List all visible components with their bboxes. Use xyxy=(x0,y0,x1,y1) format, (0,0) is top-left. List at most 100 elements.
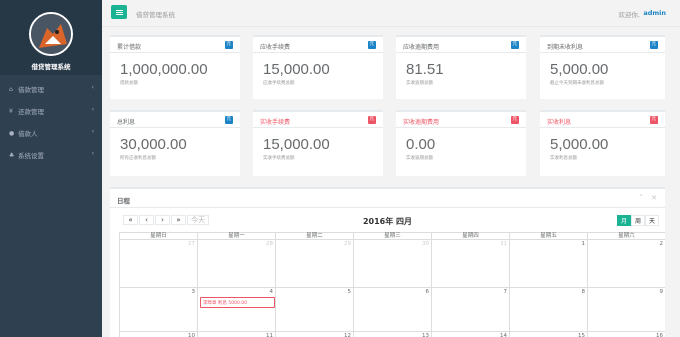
sidebar-item-label: 借款管理 xyxy=(18,86,44,94)
card-subtitle: 截止今天到期未收利息总额 xyxy=(550,81,604,86)
calendar-header: 日程 ˄ ✕ xyxy=(110,189,665,208)
yen-icon: ¥ xyxy=(9,107,13,115)
unit-badge: 元 xyxy=(649,41,658,49)
unit-badge: 元 xyxy=(510,41,519,49)
unit-badge: 元 xyxy=(224,116,233,124)
user-link[interactable]: admin xyxy=(643,9,666,17)
calendar-day[interactable]: 3 xyxy=(119,288,197,331)
profile-panel: 借贷管理系统 xyxy=(0,0,102,75)
card-value: 0.00 xyxy=(406,136,436,153)
day-view-button[interactable]: 天 xyxy=(645,215,659,226)
card-value: 81.51 xyxy=(406,61,444,78)
sidebar-item-borrowers[interactable]: ● 借款人 ‹ xyxy=(0,122,102,144)
card-value: 30,000.00 xyxy=(120,136,187,153)
stat-card-overdue-received: 实收逾期费用元 0.00 实收逾期总额 xyxy=(396,110,526,176)
unit-badge: 元 xyxy=(367,41,376,49)
calendar-day[interactable]: 15 xyxy=(509,332,587,337)
schedule-calendar: 日程 ˄ ✕ « ‹ › » 今天 2016年 四月 月 周 天 星期日 星期一… xyxy=(110,187,665,337)
month-view-button[interactable]: 月 xyxy=(617,215,631,226)
calendar-day[interactable]: 28 xyxy=(197,240,275,287)
calendar-week: 3 4 李晔章 利息 5000.00 5 6 7 8 9 xyxy=(119,288,665,332)
card-value: 1,000,000.00 xyxy=(120,61,208,78)
card-value: 15,000.00 xyxy=(263,61,330,78)
panel-tools: ˄ ✕ xyxy=(633,194,657,202)
unit-badge: 元 xyxy=(224,41,233,49)
sidebar-item-system-settings[interactable]: ♣ 系统设置 ‹ xyxy=(0,144,102,166)
card-subtitle: 借款总额 xyxy=(120,81,138,86)
weekday-header: 星期日 xyxy=(119,233,197,239)
sidebar: 借贷管理系统 ⌂ 借款管理 ‹ ¥ 还款管理 ‹ ● 借款人 ‹ ♣ 系统设置 … xyxy=(0,0,102,337)
weekday-header-row: 星期日 星期一 星期二 星期三 星期四 星期五 星期六 xyxy=(119,232,665,240)
user-icon: ● xyxy=(9,129,15,137)
card-subtitle: 所有应收利息总额 xyxy=(120,156,156,161)
calendar-day[interactable]: 6 xyxy=(353,288,431,331)
calendar-event[interactable]: 李晔章 利息 5000.00 xyxy=(200,297,275,308)
week-view-button[interactable]: 周 xyxy=(631,215,645,226)
calendar-day[interactable]: 14 xyxy=(431,332,509,337)
sidebar-item-repayment-management[interactable]: ¥ 还款管理 ‹ xyxy=(0,100,102,122)
calendar-toolbar: « ‹ › » 今天 2016年 四月 月 周 天 xyxy=(110,208,665,232)
unit-badge: 元 xyxy=(510,116,519,124)
unit-badge: 元 xyxy=(367,116,376,124)
calendar-day[interactable]: 27 xyxy=(119,240,197,287)
weekday-header: 星期六 xyxy=(587,233,665,239)
avatar[interactable] xyxy=(29,12,73,56)
calendar-title: 日程 xyxy=(117,197,130,205)
stat-card-fee-receivable: 应收手续费元 15,000.00 应收手续费总额 xyxy=(253,35,383,99)
card-title: 应收手续费元 xyxy=(253,37,383,53)
card-subtitle: 实收手续费总额 xyxy=(263,156,295,161)
card-title: 实收手续费元 xyxy=(253,112,383,128)
calendar-day[interactable]: 2 xyxy=(587,240,665,287)
calendar-week: 27 28 29 30 31 1 2 xyxy=(119,240,665,288)
welcome-text: 欢迎你, xyxy=(618,11,640,19)
sidebar-item-label: 系统设置 xyxy=(18,152,44,160)
card-subtitle: 实收利息总额 xyxy=(550,156,577,161)
weekday-header: 星期四 xyxy=(431,233,509,239)
chevron-left-icon: ‹ xyxy=(91,84,94,91)
unit-badge: 元 xyxy=(649,116,658,124)
calendar-day[interactable]: 29 xyxy=(275,240,353,287)
calendar-day-with-event[interactable]: 4 李晔章 利息 5000.00 xyxy=(197,288,275,331)
stat-card-overdue-receivable: 应收逾期费用元 81.51 实收逾期总额 xyxy=(396,35,526,99)
calendar-day[interactable]: 16 xyxy=(587,332,665,337)
chevron-left-icon: ‹ xyxy=(91,150,94,157)
sidebar-item-loan-management[interactable]: ⌂ 借款管理 ‹ xyxy=(0,78,102,100)
home-icon: ⌂ xyxy=(9,85,13,93)
stat-card-total-interest: 总利息元 30,000.00 所有应收利息总额 xyxy=(110,110,240,176)
weekday-header: 星期二 xyxy=(275,233,353,239)
card-title: 到期未收利息元 xyxy=(540,37,665,53)
card-title: 总利息元 xyxy=(110,112,240,128)
header-title: 借贷管理系统 xyxy=(136,11,175,19)
menu-toggle-button[interactable] xyxy=(111,5,127,19)
card-title: 实收逾期费用元 xyxy=(396,112,526,128)
weekday-header: 星期五 xyxy=(509,233,587,239)
chevron-left-icon: ‹ xyxy=(91,106,94,113)
calendar-day[interactable]: 9 xyxy=(587,288,665,331)
card-value: 5,000.00 xyxy=(550,136,609,153)
calendar-day[interactable]: 13 xyxy=(353,332,431,337)
calendar-day[interactable]: 11 xyxy=(197,332,275,337)
calendar-day[interactable]: 1 xyxy=(509,240,587,287)
calendar-day-number: 4 xyxy=(269,289,274,295)
calendar-day[interactable]: 8 xyxy=(509,288,587,331)
calendar-week: 10 11 12 13 14 15 16 xyxy=(119,332,665,337)
calendar-day[interactable]: 10 xyxy=(119,332,197,337)
calendar-day[interactable]: 31 xyxy=(431,240,509,287)
top-header: 借贷管理系统 欢迎你, admin xyxy=(102,0,680,27)
calendar-month-label: 2016年 四月 xyxy=(362,217,413,226)
weekday-header: 星期一 xyxy=(197,233,275,239)
card-title: 实收利息元 xyxy=(540,112,665,128)
collapse-icon[interactable]: ˄ xyxy=(639,194,643,202)
calendar-day[interactable]: 30 xyxy=(353,240,431,287)
stat-card-fee-received: 实收手续费元 15,000.00 实收手续费总额 xyxy=(253,110,383,176)
close-icon[interactable]: ✕ xyxy=(651,194,657,202)
stat-card-due-unpaid-interest: 到期未收利息元 5,000.00 截止今天到期未收利息总额 xyxy=(540,35,665,99)
calendar-day[interactable]: 12 xyxy=(275,332,353,337)
calendar-view-switcher: 月 周 天 xyxy=(617,215,659,226)
card-value: 5,000.00 xyxy=(550,61,609,78)
stat-card-interest-received: 实收利息元 5,000.00 实收利息总额 xyxy=(540,110,665,176)
app-name: 借贷管理系统 xyxy=(31,63,71,71)
card-value: 15,000.00 xyxy=(263,136,330,153)
calendar-day[interactable]: 5 xyxy=(275,288,353,331)
calendar-day[interactable]: 7 xyxy=(431,288,509,331)
